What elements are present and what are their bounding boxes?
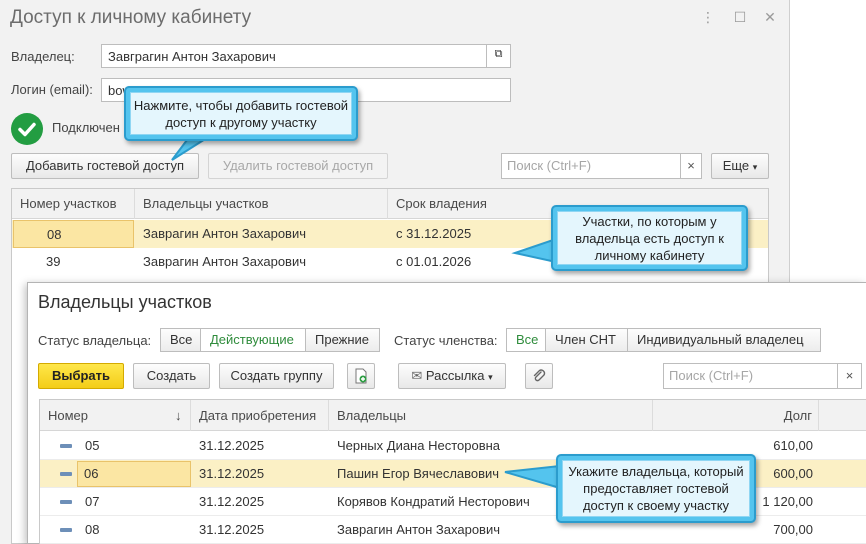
mailing-icon: ✉ [411,368,423,383]
open-icon[interactable]: ⧉ [486,44,511,68]
number-cell: 08 [85,522,100,537]
date-cell: 31.12.2025 [199,494,265,509]
plot-number-cell[interactable]: 08 [13,220,134,248]
membership-label: Статус членства: [394,333,498,348]
dropdown-arrow-icon: ▾ [752,162,758,172]
clear-search-icon[interactable]: × [680,153,702,179]
filter-owner-active[interactable]: Действующие [200,328,306,352]
date-cell: 31.12.2025 [199,466,265,481]
item-icon [60,528,72,532]
owner-label: Владелец: [11,49,75,64]
table-header: Номер ↓ Дата приобретения Владельцы Долг [40,400,866,431]
close-icon[interactable]: ✕ [762,9,778,25]
column-header[interactable]: Владельцы участков [135,189,388,219]
window-title: Владельцы участков [38,292,212,312]
add-document-icon[interactable] [347,363,375,389]
search-input[interactable]: Поиск (Ctrl+F) [501,153,681,179]
filter-owner-all[interactable]: Все [160,328,201,352]
number-cell[interactable]: 06 [77,461,191,487]
column-header[interactable]: Номер ↓ [40,400,191,431]
filter-membership-all[interactable]: Все [506,328,546,352]
select-button[interactable]: Выбрать [38,363,124,389]
mailing-button[interactable]: ✉ Рассылка ▾ [398,363,506,389]
more-button[interactable]: Еще ▾ [711,153,769,179]
item-icon [60,472,72,476]
owner-tooltip: Укажите владельца, который предоставляет… [556,454,756,523]
login-label: Логин (email): [11,82,93,97]
filter-membership-individual[interactable]: Индивидуальный владелец [627,328,821,352]
number-cell: 05 [85,438,100,453]
owner-cell: Заврагин Антон Захарович [143,226,306,241]
attachment-icon[interactable] [525,363,553,389]
owner-status-label: Статус владельца: [38,333,152,348]
more-icon[interactable]: ⋮ [700,9,716,25]
owner-cell: Заврагин Антон Захарович [143,254,306,269]
column-header[interactable]: Долг [653,400,819,431]
date-cell: 31.12.2025 [199,522,265,537]
create-button[interactable]: Создать [133,363,210,389]
sort-down-icon[interactable]: ↓ [175,400,182,431]
owner-field[interactable]: Завграгин Антон Захарович [101,44,487,68]
maximize-icon[interactable]: ☐ [732,9,748,25]
status-text: Подключен [52,120,120,135]
filter-membership-member[interactable]: Член СНТ [545,328,628,352]
delete-guest-access-button[interactable]: Удалить гостевой доступ [208,153,388,179]
add-guest-tooltip: Нажмите, чтобы добавить гостевой доступ … [124,86,358,141]
item-icon [60,500,72,504]
plot-number-cell: 39 [46,254,61,269]
number-cell: 07 [85,494,100,509]
dropdown-arrow-icon: ▾ [488,372,493,382]
filter-owner-former[interactable]: Прежние [305,328,380,352]
plots-tooltip: Участки, по которым у владельца есть дос… [551,205,748,271]
connected-check-icon [11,113,43,145]
search-input[interactable]: Поиск (Ctrl+F) [663,363,838,389]
column-header[interactable]: Дата приобретения [191,400,329,431]
clear-search-icon[interactable]: × [837,363,862,389]
column-header[interactable]: Владельцы [329,400,653,431]
create-group-button[interactable]: Создать группу [219,363,334,389]
item-icon [60,444,72,448]
column-header[interactable]: Номер участков [12,189,135,219]
date-cell: 31.12.2025 [199,438,265,453]
add-guest-access-button[interactable]: Добавить гостевой доступ [11,153,199,179]
window-title: Доступ к личному кабинету [10,7,252,28]
